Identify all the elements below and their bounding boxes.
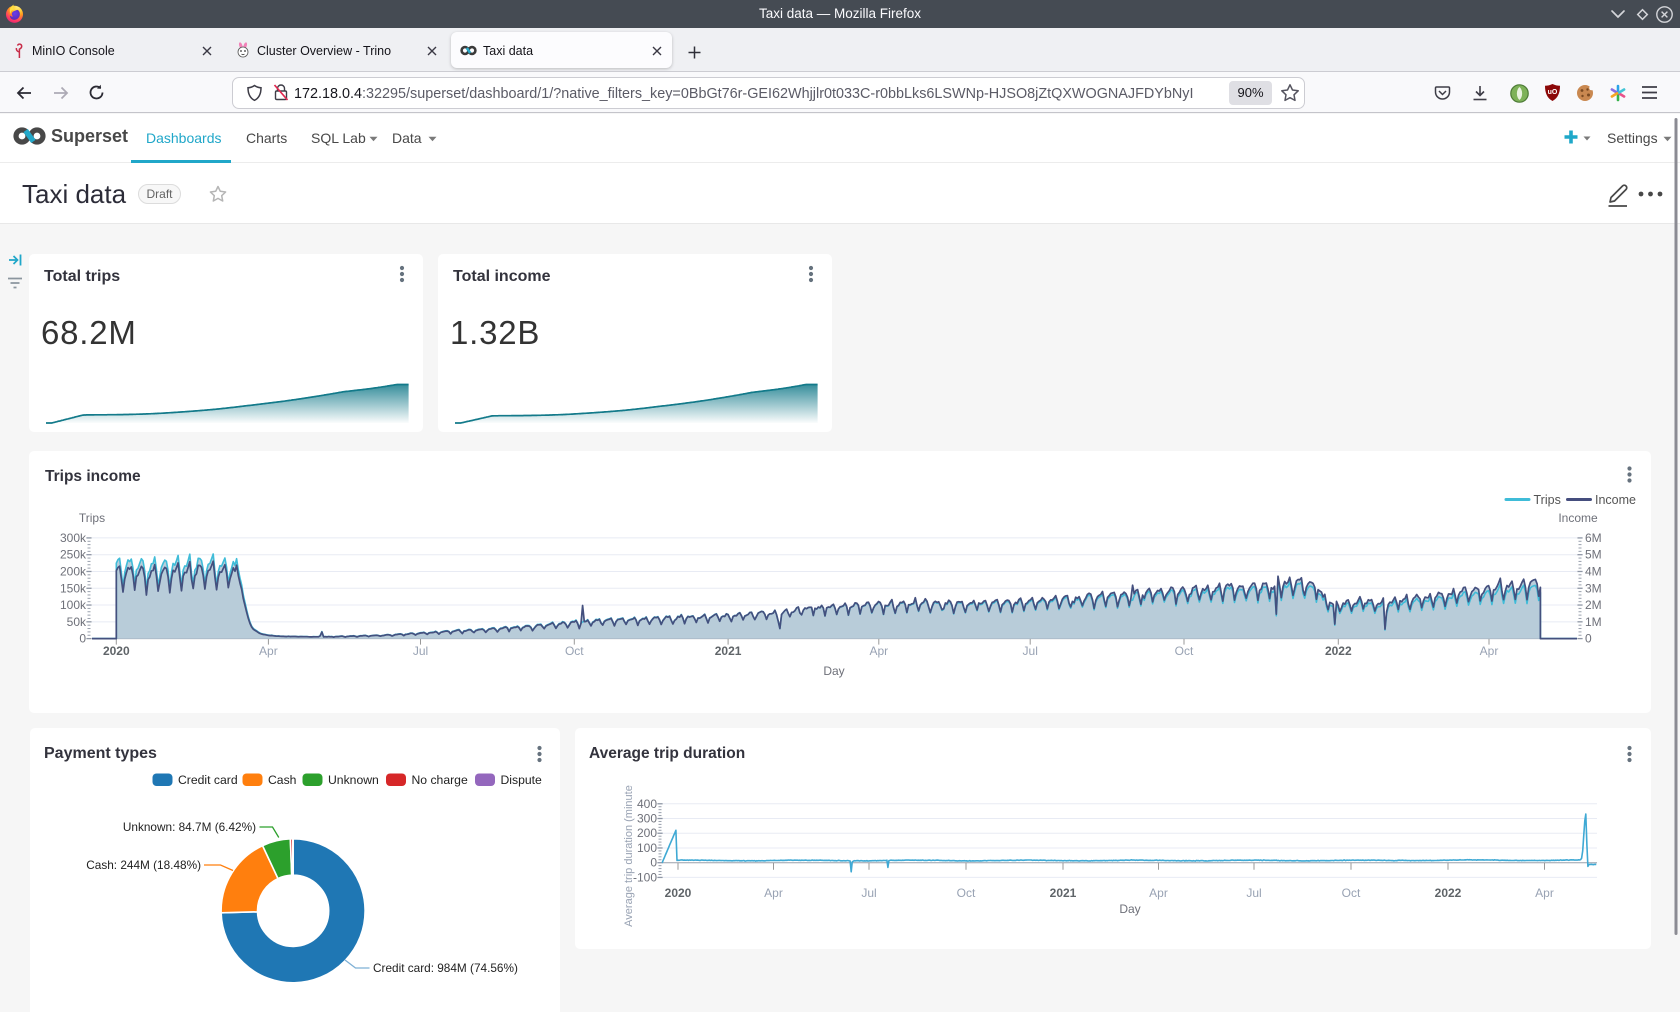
svg-text:No charge: No charge <box>412 773 468 787</box>
svg-text:Oct: Oct <box>1175 644 1194 658</box>
svg-text:Average trip duration (minute: Average trip duration (minute <box>623 785 635 927</box>
svg-text:250k: 250k <box>60 548 87 562</box>
svg-text:Oct: Oct <box>1342 886 1361 900</box>
svg-text:Apr: Apr <box>869 644 888 658</box>
svg-text:Jul: Jul <box>413 644 428 658</box>
svg-text:Day: Day <box>823 664 844 678</box>
svg-text:Jul: Jul <box>861 886 876 900</box>
svg-text:5M: 5M <box>1585 548 1602 562</box>
svg-text:Oct: Oct <box>565 644 584 658</box>
svg-text:1M: 1M <box>1585 615 1602 629</box>
svg-text:2M: 2M <box>1585 598 1602 612</box>
svg-text:150k: 150k <box>60 581 87 595</box>
svg-text:Credit card: Credit card <box>178 773 238 787</box>
svg-text:2020: 2020 <box>665 886 692 900</box>
svg-text:0: 0 <box>79 632 86 646</box>
svg-text:200: 200 <box>637 826 657 840</box>
svg-text:6M: 6M <box>1585 531 1602 545</box>
svg-text:Jul: Jul <box>1023 644 1038 658</box>
svg-text:3M: 3M <box>1585 581 1602 595</box>
svg-text:Apr: Apr <box>1149 886 1168 900</box>
svg-text:Cash: Cash <box>268 773 296 787</box>
svg-text:Income: Income <box>1558 511 1598 525</box>
svg-text:2022: 2022 <box>1325 644 1352 658</box>
svg-text:0: 0 <box>1585 632 1592 646</box>
svg-text:Credit card: 984M (74.56%): Credit card: 984M (74.56%) <box>373 961 518 975</box>
svg-text:2020: 2020 <box>103 644 130 658</box>
svg-text:Oct: Oct <box>957 886 976 900</box>
svg-text:Trips: Trips <box>1534 493 1561 507</box>
svg-text:4M: 4M <box>1585 565 1602 579</box>
svg-text:Unknown: Unknown <box>328 773 379 787</box>
svg-text:Dispute: Dispute <box>501 773 543 787</box>
svg-text:Apr: Apr <box>259 644 278 658</box>
svg-text:50k: 50k <box>67 615 87 629</box>
svg-text:400: 400 <box>637 797 657 811</box>
svg-text:Unknown: 84.7M (6.42%): Unknown: 84.7M (6.42%) <box>123 820 256 834</box>
svg-text:Apr: Apr <box>1480 644 1499 658</box>
svg-text:Apr: Apr <box>764 886 783 900</box>
svg-text:Cash: 244M (18.48%): Cash: 244M (18.48%) <box>86 858 201 872</box>
svg-text:200k: 200k <box>60 565 87 579</box>
svg-text:2022: 2022 <box>1435 886 1462 900</box>
svg-text:Day: Day <box>1119 902 1140 916</box>
svg-text:100: 100 <box>637 841 657 855</box>
svg-text:Apr: Apr <box>1535 886 1554 900</box>
svg-text:-100: -100 <box>633 870 657 884</box>
svg-text:100k: 100k <box>60 598 87 612</box>
svg-text:300k: 300k <box>60 531 87 545</box>
svg-text:Jul: Jul <box>1246 886 1261 900</box>
svg-text:2021: 2021 <box>1050 886 1077 900</box>
svg-text:Trips: Trips <box>79 511 105 525</box>
svg-text:2021: 2021 <box>715 644 742 658</box>
svg-text:300: 300 <box>637 812 657 826</box>
svg-text:Income: Income <box>1595 493 1636 507</box>
svg-text:0: 0 <box>650 856 657 870</box>
